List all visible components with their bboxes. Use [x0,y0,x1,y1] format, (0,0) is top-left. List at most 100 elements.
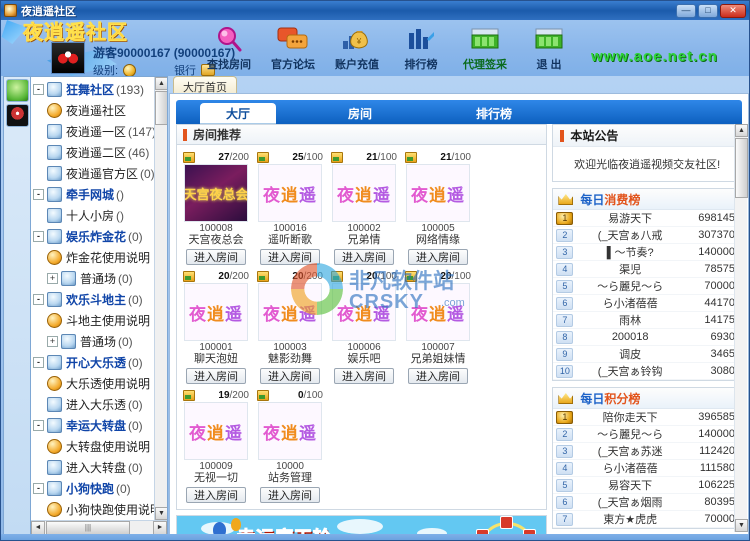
buddy-avatar-icon[interactable] [5,79,29,102]
enter-room-button[interactable]: 进入房间 [260,487,320,503]
tree-node[interactable]: - 小狗快跑 (0) [33,478,154,499]
room-thumbnail[interactable]: 夜逍遥 [258,164,322,222]
tree-node[interactable]: - 狂舞社区 (193) [33,79,154,100]
room-tree[interactable]: - 狂舞社区 (193) 夜逍遥社区 夜逍遥一区 (147) 夜逍遥二区 (46) 夜逍遥官方区… [31,77,154,520]
minimize-button[interactable]: — [676,3,696,18]
tree-node[interactable]: 炸金花使用说明 [33,247,154,268]
tree-node[interactable]: + 普通场 (0) [33,331,154,352]
room-card[interactable]: 19/200 夜逍遥 100009 无视一切 进入房间 [180,388,252,503]
enter-room-button[interactable]: 进入房间 [408,249,468,265]
enter-room-button[interactable]: 进入房间 [186,249,246,265]
room-card[interactable]: 0/100 夜逍遥 10000 站务管理 进入房间 [254,388,326,503]
tree-vertical-scroll-thumb[interactable] [155,91,167,125]
close-button[interactable]: ✕ [720,3,746,18]
tree-expander-icon[interactable]: - [33,420,44,431]
chat-bubble-icon [276,23,310,55]
enter-room-button[interactable]: 进入房间 [408,368,468,384]
tree-node[interactable]: - 娱乐炸金花 (0) [33,226,154,247]
tree-horizontal-scroll-thumb[interactable]: ||| [46,521,130,535]
page-tab-lobby-home[interactable]: 大厅首页 [173,76,237,94]
tree-node[interactable]: 进入大转盘 (0) [33,457,154,478]
tree-expander-icon[interactable]: - [33,357,44,368]
tab-lobby[interactable]: 大厅 [200,103,277,124]
room-capacity-max: /200 [303,270,323,282]
tree-node[interactable]: 大乐透使用说明 [33,373,154,394]
tree-scroll-down-button[interactable]: ▼ [155,507,167,520]
user-avatar[interactable] [51,42,85,74]
room-card[interactable]: 20/200 夜逍遥 100001 聊天泡妞 进入房间 [180,269,252,384]
maximize-button[interactable]: □ [698,3,718,18]
content-scroll-down-button[interactable]: ▼ [735,519,748,532]
tree-scroll-right-button[interactable]: ► [153,521,167,535]
room-card[interactable]: 20/100 夜逍遥 100007 兄弟姐妹情 进入房间 [402,269,474,384]
room-thumbnail[interactable]: 夜逍遥 [258,402,322,460]
tree-node[interactable]: 夜逍遥一区 (147) [33,121,154,142]
room-name: 遥听断歌 [268,234,312,246]
tab-ranking[interactable]: 排行榜 [450,103,538,124]
tree-node[interactable]: 进入大乐透 (0) [33,394,154,415]
tree-node[interactable]: - 幸运大转盘 (0) [33,415,154,436]
toolbar-exit-label: 退 出 [536,59,562,71]
tree-expander-icon[interactable]: - [33,189,44,200]
content-vertical-scrollbar[interactable]: ▲ ▼ [734,124,748,532]
room-thumbnail[interactable]: 夜逍遥 [406,283,470,341]
mask-avatar-icon[interactable] [5,104,29,127]
room-card[interactable]: 25/100 夜逍遥 100016 遥听断歌 进入房间 [254,150,326,265]
enter-room-button[interactable]: 进入房间 [186,368,246,384]
room-thumbnail[interactable]: 夜逍遥 [332,164,396,222]
room-card[interactable]: 27/200 天宫夜总会 100008 天宫夜总会 进入房间 [180,150,252,265]
enter-room-button[interactable]: 进入房间 [334,368,394,384]
toolbar-exit[interactable]: 退 出 [517,20,581,72]
tree-node[interactable]: - 开心大乐透 (0) [33,352,154,373]
room-thumbnail[interactable]: 夜逍遥 [258,283,322,341]
room-thumbnail[interactable]: 天宫夜总会 [184,164,248,222]
tree-expander-icon[interactable]: - [33,231,44,242]
bank-label[interactable]: 银行 [174,62,196,76]
room-status-icon [257,151,269,163]
tree-scroll-left-button[interactable]: ◄ [31,521,45,535]
tree-node[interactable]: - 欢乐斗地主 (0) [33,289,154,310]
tab-rooms[interactable]: 房间 [322,103,398,124]
tree-node[interactable]: 斗地主使用说明 [33,310,154,331]
rank-user-name: 〜ら麗兒〜ら [597,281,664,293]
enter-room-button[interactable]: 进入房间 [260,368,320,384]
tree-vertical-scrollbar[interactable]: ▲ ▼ [154,77,167,520]
room-thumbnail[interactable]: 夜逍遥 [184,402,248,460]
tree-node[interactable]: 夜逍遥官方区 (0) [33,163,154,184]
room-card[interactable]: 21/100 夜逍遥 100002 兄弟情 进入房间 [328,150,400,265]
content-scroll-up-button[interactable]: ▲ [735,124,748,137]
tree-horizontal-scrollbar[interactable]: ◄ ||| ► [31,520,167,535]
room-card[interactable]: 20/100 夜逍遥 100006 娱乐吧 进入房间 [328,269,400,384]
room-card[interactable]: 21/100 夜逍遥 100005 网络情缘 进入房间 [402,150,474,265]
enter-room-button[interactable]: 进入房间 [260,249,320,265]
room-capacity-max: /100 [451,270,471,282]
room-thumbnail[interactable]: 夜逍遥 [406,164,470,222]
toolbar-forum[interactable]: 官方论坛 [261,20,325,72]
tree-expander-icon[interactable]: - [33,483,44,494]
enter-room-button[interactable]: 进入房间 [186,487,246,503]
toolbar-recharge[interactable]: ¥ 账户充值 [325,20,389,72]
room-thumbnail[interactable]: 夜逍遥 [332,283,396,341]
content-vertical-scroll-thumb[interactable] [735,138,748,198]
tree-expander-icon[interactable]: + [47,336,58,347]
toolbar-agent[interactable]: 代理签采 [453,20,517,72]
tree-node[interactable]: 夜逍遥二区 (46) [33,142,154,163]
tree-expander-icon[interactable]: - [33,294,44,305]
tree-node[interactable]: 夜逍遥社区 [33,100,154,121]
toolbar-ranking[interactable]: 排行榜 [389,20,453,72]
rank-row: 6 (_天宫ぁ烟雨 80395 [553,494,741,511]
room-card[interactable]: 20/200 夜逍遥 100003 魅影劲舞 进入房间 [254,269,326,384]
room-thumbnail[interactable]: 夜逍遥 [184,283,248,341]
tree-expander-icon[interactable]: - [33,84,44,95]
tree-node-label: 炸金花使用说明 [66,251,151,265]
tree-expander-icon[interactable]: + [47,273,58,284]
tree-node[interactable]: 大转盘使用说明 [33,436,154,457]
tree-scroll-up-button[interactable]: ▲ [155,77,167,90]
site-url-text: www.aoe.net.cn [591,48,718,65]
enter-room-button[interactable]: 进入房间 [334,249,394,265]
toolbar-find-room[interactable]: 查找房间 [197,20,261,72]
tree-node[interactable]: 小狗快跑使用说明书 [33,499,154,520]
tree-node[interactable]: + 普通场 (0) [33,268,154,289]
tree-node[interactable]: 十人小房() [33,205,154,226]
tree-node[interactable]: - 牵手网城() [33,184,154,205]
